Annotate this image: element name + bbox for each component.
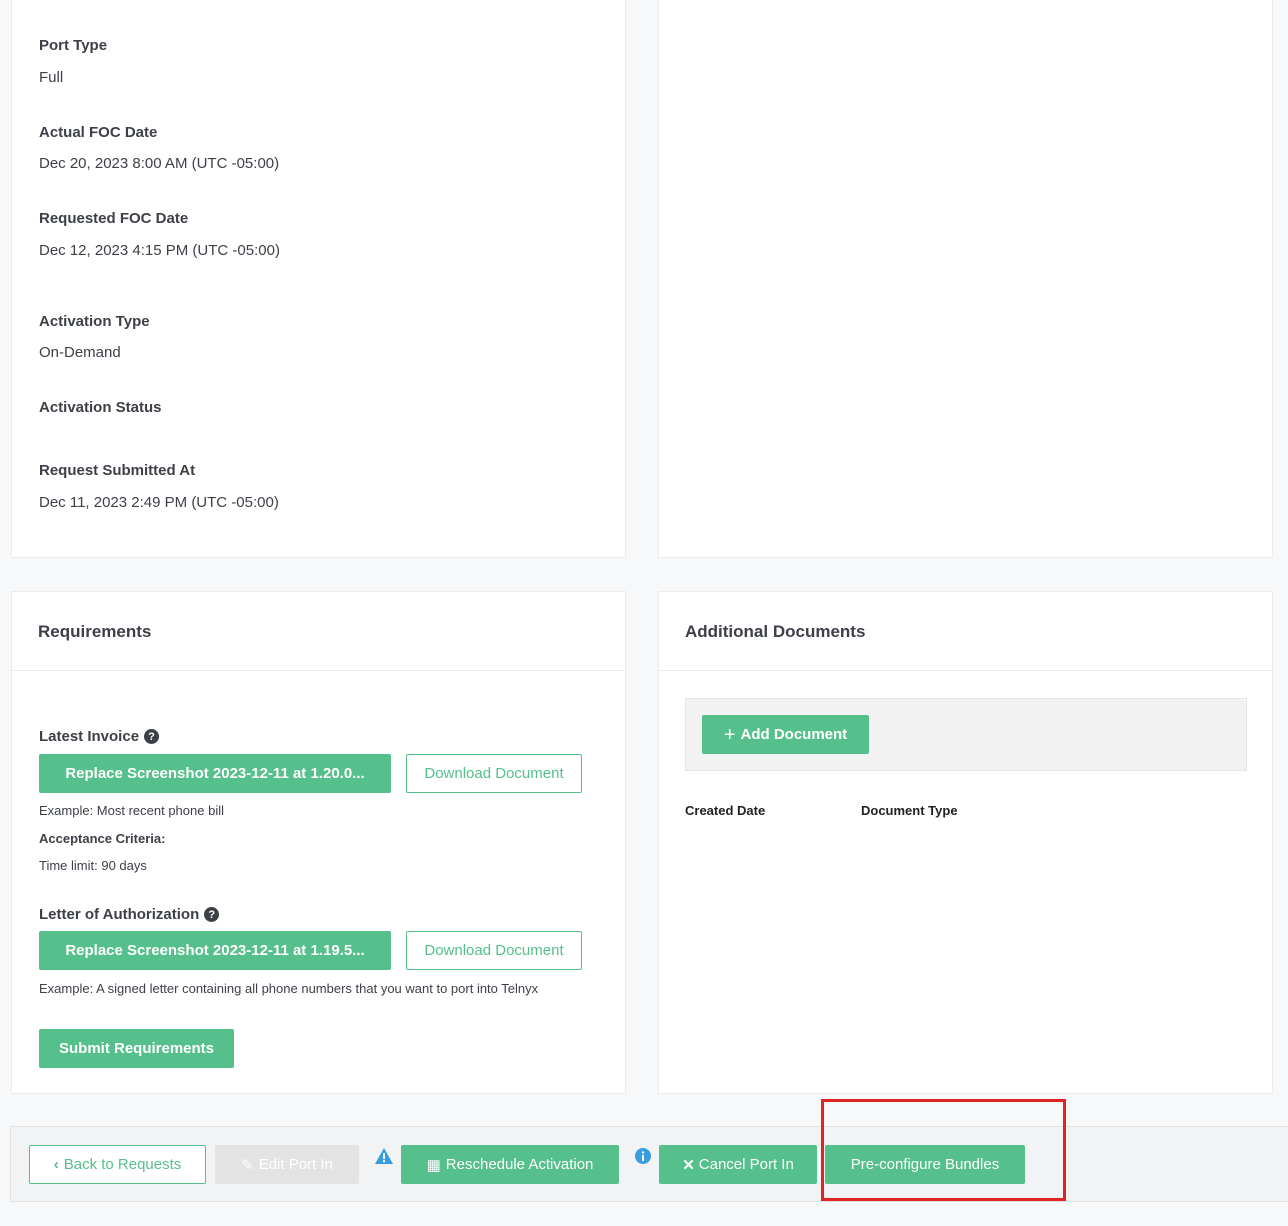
replace-invoice-button[interactable]: Replace Screenshot 2023-12-11 at 1.20.0.… (39, 754, 391, 793)
loa-example: Example: A signed letter containing all … (39, 981, 539, 996)
divider (12, 670, 625, 671)
reschedule-activation-button[interactable]: ▦ Reschedule Activation (401, 1145, 619, 1184)
edit-icon: ✎ (241, 1156, 254, 1174)
requirements-title: Requirements (38, 622, 152, 641)
loa-heading: Letter of Authorization ? (39, 906, 220, 923)
chevron-left-icon: ‹ (53, 1156, 59, 1173)
back-to-requests-button[interactable]: ‹ Back to Requests (29, 1145, 206, 1184)
actual-foc-value: Dec 20, 2023 8:00 AM (UTC -05:00) (39, 155, 280, 172)
additional-documents-card: Additional Documents + Add Document Crea… (658, 591, 1273, 1094)
calendar-icon: ▦ (426, 1156, 441, 1174)
requested-foc-label: Requested FOC Date (39, 210, 189, 227)
close-icon: ✕ (682, 1156, 695, 1174)
invoice-example: Example: Most recent phone bill (39, 803, 224, 818)
cancel-port-in-button[interactable]: ✕ Cancel Port In (659, 1145, 817, 1184)
latest-invoice-label: Latest Invoice (39, 728, 140, 745)
activation-status-label: Activation Status (39, 399, 162, 416)
submit-requirements-button[interactable]: Submit Requirements (39, 1029, 234, 1068)
port-details-card: Port Type Full Actual FOC Date Dec 20, 2… (11, 0, 626, 558)
action-bar: ‹ Back to Requests ✎ Edit Port In ▦ Resc… (10, 1126, 1288, 1202)
edit-label: Edit Port In (258, 1156, 333, 1173)
replace-loa-label: Replace Screenshot 2023-12-11 at 1.19.5.… (65, 942, 365, 959)
request-submitted-value: Dec 11, 2023 2:49 PM (UTC -05:00) (39, 494, 279, 511)
back-label: Back to Requests (63, 1156, 182, 1173)
submit-requirements-label: Submit Requirements (58, 1040, 215, 1057)
requirements-card: Requirements Latest Invoice ? Replace Sc… (11, 591, 626, 1094)
cancel-label: Cancel Port In (698, 1156, 794, 1173)
download-loa-button[interactable]: Download Document (406, 931, 582, 970)
column-document-type: Document Type (861, 803, 958, 818)
activation-type-label: Activation Type (39, 313, 150, 330)
replace-invoice-label: Replace Screenshot 2023-12-11 at 1.20.0.… (65, 765, 365, 782)
add-document-button[interactable]: + Add Document (702, 715, 869, 754)
info-icon[interactable] (635, 1148, 651, 1164)
question-circle-icon[interactable]: ? (144, 729, 160, 744)
bundles-label: Pre-configure Bundles (850, 1156, 1000, 1173)
column-created-date: Created Date (685, 803, 766, 818)
activation-type-value: On-Demand (39, 344, 121, 361)
actual-foc-label: Actual FOC Date (39, 124, 158, 141)
port-type-value: Full (39, 69, 64, 86)
download-loa-label: Download Document (424, 942, 564, 959)
details-right-card (658, 0, 1273, 558)
warning-icon[interactable] (375, 1148, 393, 1164)
add-document-label: Add Document (740, 726, 848, 743)
request-submitted-label: Request Submitted At (39, 462, 196, 479)
latest-invoice-heading: Latest Invoice ? (39, 728, 160, 745)
acceptance-criteria: Acceptance Criteria: (39, 831, 166, 846)
documents-title: Additional Documents (685, 622, 866, 641)
port-type-label: Port Type (39, 37, 108, 54)
replace-loa-button[interactable]: Replace Screenshot 2023-12-11 at 1.19.5.… (39, 931, 391, 970)
reschedule-label: Reschedule Activation (445, 1156, 594, 1173)
plus-icon: + (723, 723, 736, 746)
edit-port-in-button[interactable]: ✎ Edit Port In (215, 1145, 359, 1184)
pre-configure-bundles-button[interactable]: Pre-configure Bundles (825, 1145, 1025, 1184)
download-invoice-button[interactable]: Download Document (406, 754, 582, 793)
time-limit: Time limit: 90 days (39, 858, 147, 873)
divider (659, 670, 1272, 671)
download-invoice-label: Download Document (424, 765, 564, 782)
document-upload-area: + Add Document (685, 698, 1247, 771)
requested-foc-value: Dec 12, 2023 4:15 PM (UTC -05:00) (39, 242, 280, 259)
question-circle-icon[interactable]: ? (204, 907, 220, 922)
loa-label: Letter of Authorization (39, 906, 200, 923)
